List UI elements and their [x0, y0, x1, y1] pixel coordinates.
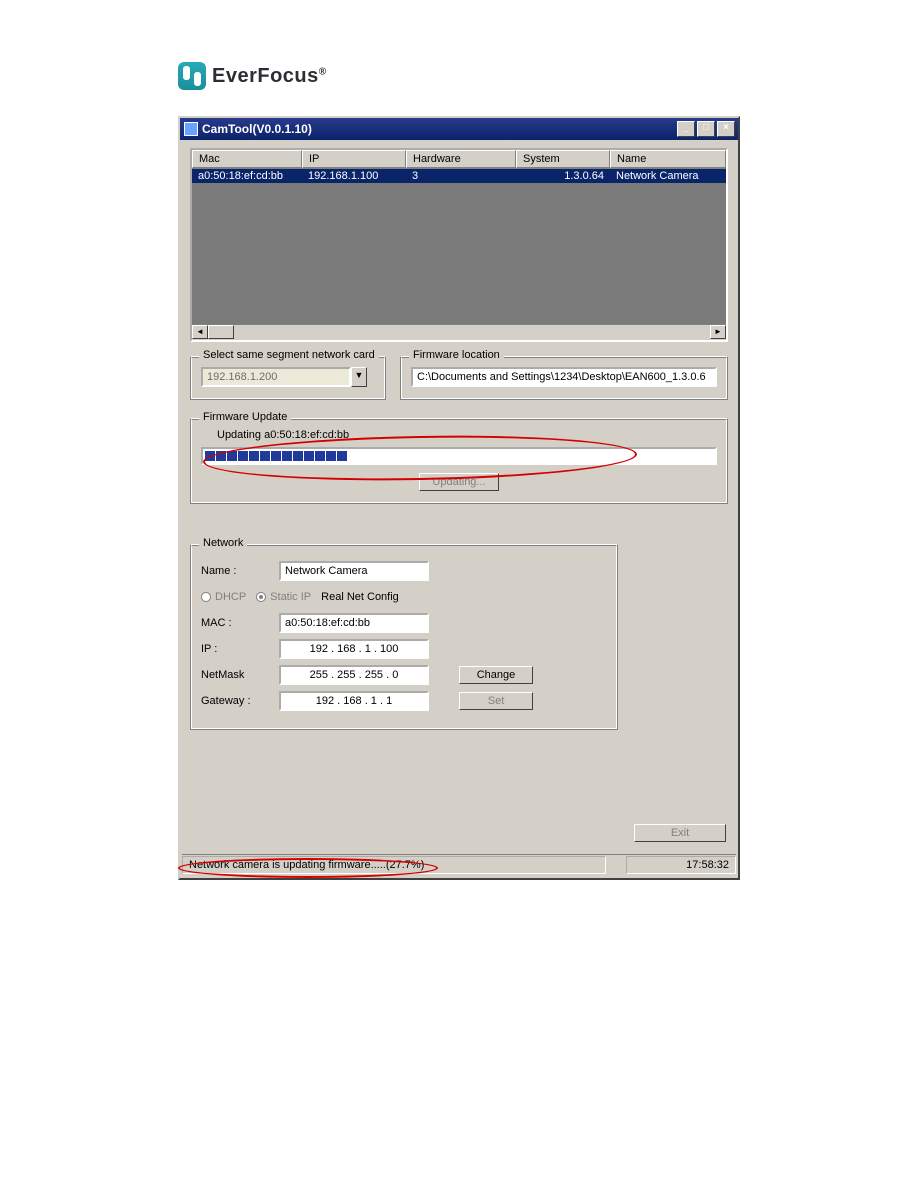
brand-name-text: EverFocus	[212, 65, 319, 87]
firmware-update-legend: Firmware Update	[199, 411, 291, 423]
dhcp-radio: DHCP	[201, 591, 246, 603]
status-bar: Network camera is updating firmware.....…	[182, 854, 736, 874]
app-window: CamTool(V0.0.1.10) _ □ × Mac IP Hardware…	[178, 116, 740, 880]
gateway-label: Gateway :	[201, 695, 269, 707]
firmware-path[interactable]: C:\Documents and Settings\1234\Desktop\E…	[411, 367, 717, 387]
window-body: Mac IP Hardware System Name a0:50:18:ef:…	[180, 140, 738, 876]
progress-bar	[201, 447, 717, 465]
brand-logo: EverFocus®	[178, 62, 327, 90]
updating-mac: a0:50:18:ef:cd:bb	[264, 429, 349, 441]
cell-name: Network Camera	[610, 169, 726, 183]
row-name: Name : Network Camera	[201, 561, 607, 581]
col-name[interactable]: Name	[610, 150, 726, 168]
row-mask: NetMask 255 . 255 . 255 . 0 Change	[201, 665, 607, 685]
row-iptype: DHCP Static IP Real Net Config	[201, 591, 607, 603]
cell-hardware: 3	[406, 169, 516, 183]
dhcp-label: DHCP	[215, 591, 246, 603]
real-net-config-label: Real Net Config	[321, 591, 399, 603]
scroll-right-icon[interactable]: ►	[710, 325, 726, 339]
updating-prefix: Updating	[217, 429, 264, 441]
name-label: Name :	[201, 565, 269, 577]
brand-mark-icon	[178, 62, 206, 90]
list-header: Mac IP Hardware System Name	[192, 150, 726, 169]
maximize-button[interactable]: □	[697, 121, 715, 137]
firmware-location-legend: Firmware location	[409, 349, 504, 361]
col-ip[interactable]: IP	[302, 150, 406, 168]
ip-field[interactable]: 192 . 168 . 1 . 100	[279, 639, 429, 659]
device-list[interactable]: Mac IP Hardware System Name a0:50:18:ef:…	[190, 148, 728, 342]
col-mac[interactable]: Mac	[192, 150, 302, 168]
nic-dropdown[interactable]: 192.168.1.200 ▼	[201, 367, 367, 387]
scroll-left-icon[interactable]: ◄	[192, 325, 208, 339]
col-system[interactable]: System	[516, 150, 610, 168]
row-gateway: Gateway : 192 . 168 . 1 . 1 Set	[201, 691, 607, 711]
gateway-field[interactable]: 192 . 168 . 1 . 1	[279, 691, 429, 711]
scroll-thumb[interactable]	[208, 325, 234, 339]
exit-button: Exit	[634, 824, 726, 842]
mask-label: NetMask	[201, 669, 269, 681]
horizontal-scrollbar[interactable]: ◄ ►	[192, 324, 726, 340]
cell-system: 1.3.0.64	[516, 169, 610, 183]
titlebar[interactable]: CamTool(V0.0.1.10) _ □ ×	[180, 118, 738, 140]
row-ip: IP : 192 . 168 . 1 . 100	[201, 639, 607, 659]
app-icon	[184, 122, 198, 136]
window-title: CamTool(V0.0.1.10)	[202, 122, 312, 136]
mask-field[interactable]: 255 . 255 . 255 . 0	[279, 665, 429, 685]
mac-label: MAC :	[201, 617, 269, 629]
cell-mac: a0:50:18:ef:cd:bb	[192, 169, 302, 183]
set-button: Set	[459, 692, 533, 710]
ip-label: IP :	[201, 643, 269, 655]
minimize-button[interactable]: _	[677, 121, 695, 137]
nic-value: 192.168.1.200	[201, 367, 351, 387]
updating-button: Updating...	[419, 473, 498, 491]
static-label: Static IP	[270, 591, 311, 603]
segment-legend: Select same segment network card	[199, 349, 379, 361]
status-time: 17:58:32	[626, 856, 736, 874]
static-ip-radio: Static IP	[256, 591, 311, 603]
table-row[interactable]: a0:50:18:ef:cd:bb 192.168.1.100 3 1.3.0.…	[192, 169, 726, 183]
brand-reg: ®	[319, 66, 327, 77]
cell-ip: 192.168.1.100	[302, 169, 406, 183]
change-button[interactable]: Change	[459, 666, 533, 684]
name-field[interactable]: Network Camera	[279, 561, 429, 581]
mac-field[interactable]: a0:50:18:ef:cd:bb	[279, 613, 429, 633]
brand-name: EverFocus®	[212, 65, 327, 88]
chevron-down-icon[interactable]: ▼	[351, 367, 367, 387]
row-mac: MAC : a0:50:18:ef:cd:bb	[201, 613, 607, 633]
status-message: Network camera is updating firmware.....…	[182, 856, 606, 874]
col-hardware[interactable]: Hardware	[406, 150, 516, 168]
updating-label: Updating a0:50:18:ef:cd:bb	[217, 429, 717, 441]
network-legend: Network	[199, 537, 247, 549]
close-button[interactable]: ×	[717, 121, 735, 137]
